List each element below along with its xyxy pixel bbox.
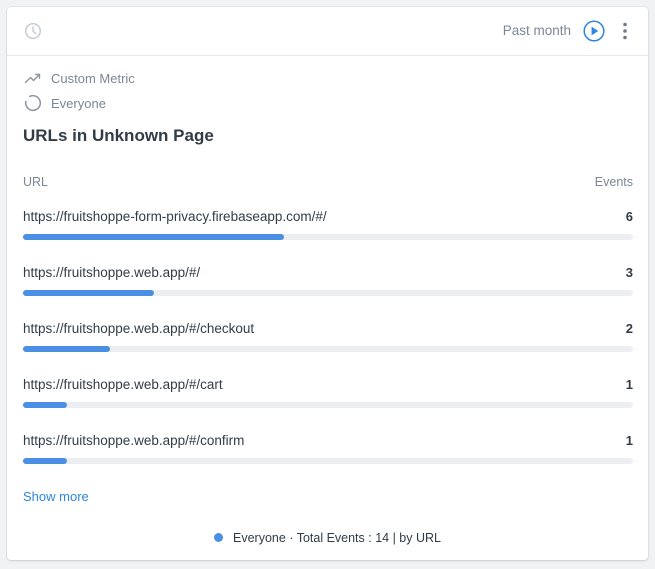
table-row[interactable]: https://fruitshoppe.web.app/#/cart 1 [23, 377, 633, 417]
metric-type-row: Custom Metric [24, 69, 135, 87]
card-title: URLs in Unknown Page [23, 126, 214, 145]
row-count: 2 [625, 321, 633, 336]
row-bar-fill [23, 402, 67, 408]
row-bar-track [23, 290, 633, 296]
row-url: https://fruitshoppe.web.app/#/checkout [23, 321, 255, 336]
table-row[interactable]: https://fruitshoppe.web.app/#/ 3 [23, 265, 633, 305]
row-count: 3 [625, 265, 633, 280]
trend-line-icon [24, 73, 41, 84]
row-url: https://fruitshoppe.web.app/#/cart [23, 377, 223, 392]
clock-icon [24, 22, 42, 40]
legend: Everyone · Total Events : 14 | by URL [7, 531, 648, 545]
legend-text: Everyone · Total Events : 14 | by URL [233, 531, 441, 545]
row-bar-track [23, 458, 633, 464]
card-header: Past month [7, 7, 648, 56]
row-bar-track [23, 402, 633, 408]
column-header-events: Events [594, 175, 633, 189]
table-row[interactable]: https://fruitshoppe-form-privacy.firebas… [23, 209, 633, 249]
kebab-menu-icon[interactable] [619, 20, 631, 42]
row-bar-track [23, 346, 633, 352]
legend-dot [214, 533, 223, 542]
show-more-link[interactable]: Show more [23, 489, 89, 504]
table-row[interactable]: https://fruitshoppe.web.app/#/checkout 2 [23, 321, 633, 361]
period-selector[interactable]: Past month [503, 22, 571, 40]
metric-type-label: Custom Metric [51, 70, 135, 86]
segment-label: Everyone [51, 95, 106, 111]
row-count: 1 [625, 433, 633, 448]
row-count: 1 [625, 377, 633, 392]
row-bar-track [23, 234, 633, 240]
row-bar-fill [23, 290, 154, 296]
column-header-url: URL [23, 175, 49, 189]
row-url: https://fruitshoppe.web.app/#/confirm [23, 433, 245, 448]
row-bar-fill [23, 458, 67, 464]
row-bar-fill [23, 234, 285, 240]
play-circle-icon[interactable] [583, 20, 605, 42]
row-bar-fill [23, 346, 111, 352]
metric-card: Past month Custom Metric Everyone URLs i… [7, 7, 648, 560]
row-count: 6 [625, 209, 633, 224]
segment-row: Everyone [24, 94, 106, 112]
row-url: https://fruitshoppe-form-privacy.firebas… [23, 209, 327, 224]
table-row[interactable]: https://fruitshoppe.web.app/#/confirm 1 [23, 433, 633, 473]
row-url: https://fruitshoppe.web.app/#/ [23, 265, 201, 280]
segment-circle-icon [24, 94, 42, 112]
